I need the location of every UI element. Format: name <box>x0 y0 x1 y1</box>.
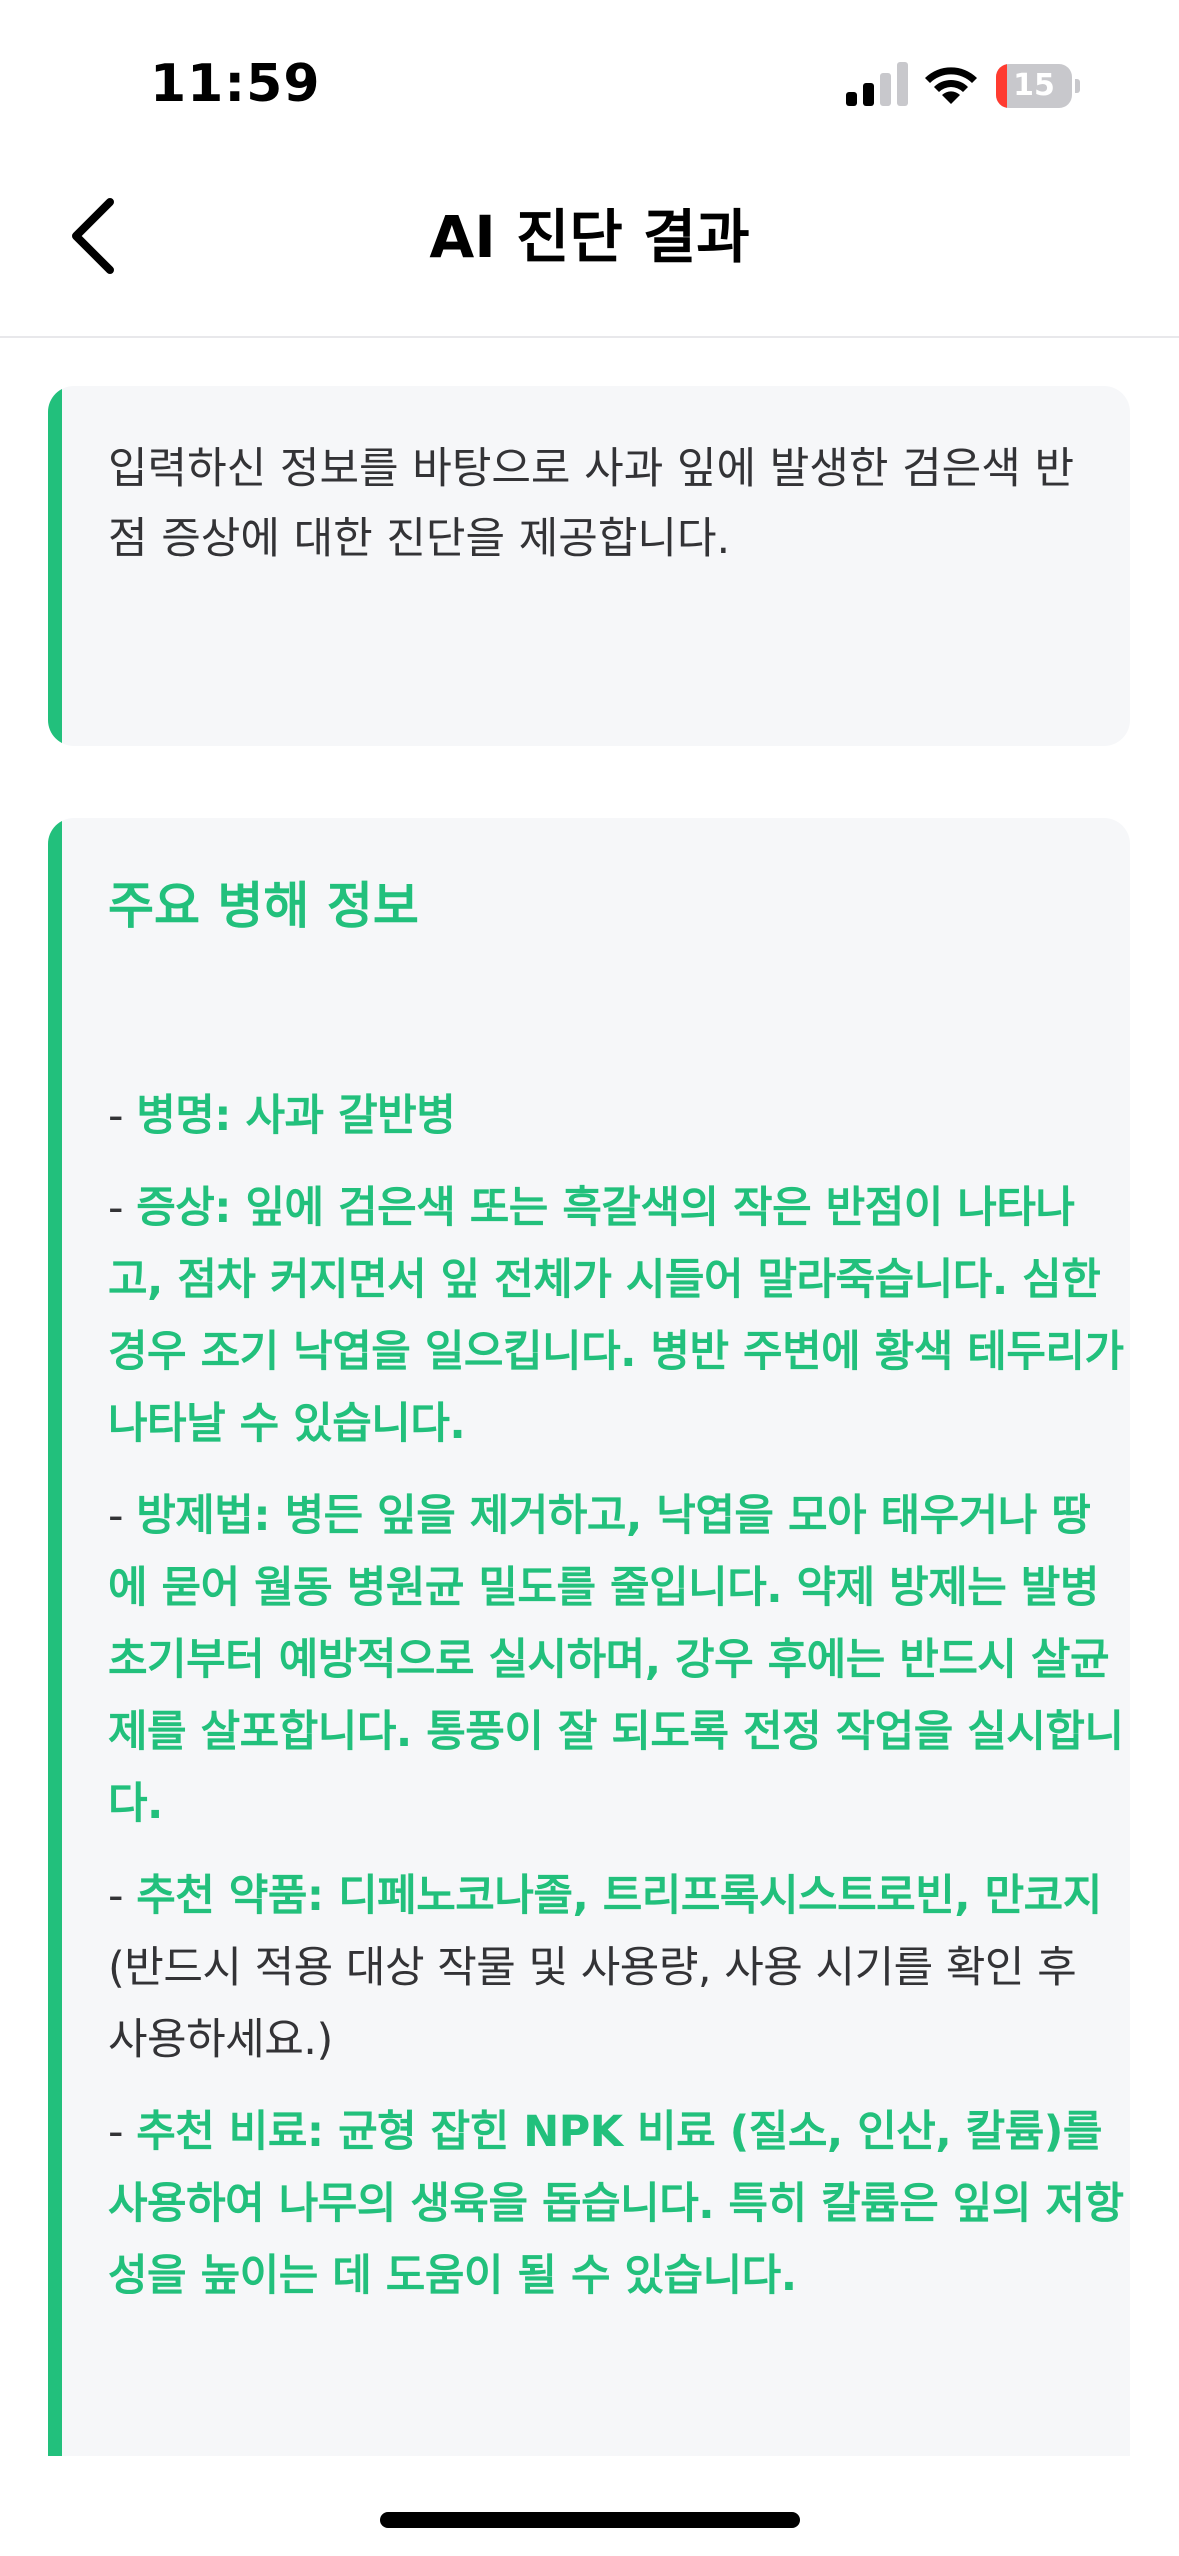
info-content: 병든 잎을 제거하고, 낙엽을 모아 태우거나 땅에 묻어 월동 병원균 밀도를… <box>108 1491 1124 1829</box>
disease-info-card: 주요 병해 정보 - 병명: 사과 갈반병 - 증상: 잎에 검은색 또는 흑갈… <box>48 818 1130 2556</box>
info-content: 디페노코나졸, 트리프록시스트로빈, 만코지 <box>338 1871 1102 1921</box>
info-item-disease-name: - 병명: 사과 갈반병 <box>108 1091 456 1141</box>
intro-text: 입력하신 정보를 바탕으로 사과 잎에 발생한 검은색 반점 증상에 대한 진단… <box>108 444 1074 564</box>
info-item-symptoms: - 증상: 잎에 검은색 또는 흑갈색의 작은 반점이 나타나고, 점차 커지면… <box>108 1183 1124 1449</box>
signal-icon <box>846 62 908 106</box>
page-title: AI 진단 결과 <box>429 203 750 271</box>
status-bar: 11:59 15 <box>0 0 1179 150</box>
info-label: 방제법: <box>136 1491 271 1541</box>
battery-icon: 15 <box>996 64 1080 108</box>
status-time: 11:59 <box>150 54 321 114</box>
info-item-control: - 방제법: 병든 잎을 제거하고, 낙엽을 모아 태우거나 땅에 묻어 월동 … <box>108 1491 1124 1829</box>
battery-level: 15 <box>1013 68 1055 103</box>
info-item-recommended-fertilizer: - 추천 비료: 균형 잡힌 NPK 비료 (질소, 인산, 칼륨)를 사용하여… <box>108 2107 1124 2301</box>
intro-card: 입력하신 정보를 바탕으로 사과 잎에 발생한 검은색 반점 증상에 대한 진단… <box>48 386 1130 746</box>
info-note: (반드시 적용 대상 작물 및 사용량, 사용 시기를 확인 후 사용하세요.) <box>108 1943 1077 2065</box>
nav-bar: AI 진단 결과 <box>0 150 1179 338</box>
home-indicator[interactable] <box>380 2512 800 2528</box>
info-item-recommended-chemicals: - 추천 약품: 디페노코나졸, 트리프록시스트로빈, 만코지 (반드시 적용 … <box>108 1871 1102 2065</box>
info-label: 병명: <box>136 1091 232 1141</box>
info-label: 추천 약품: <box>136 1871 324 1921</box>
info-heading: 주요 병해 정보 <box>108 877 419 935</box>
info-content: 사과 갈반병 <box>245 1091 456 1141</box>
wifi-icon <box>925 67 977 104</box>
info-list: - 병명: 사과 갈반병 - 증상: 잎에 검은색 또는 흑갈색의 작은 반점이… <box>108 1080 1128 2332</box>
info-content: 잎에 검은색 또는 흑갈색의 작은 반점이 나타나고, 점차 커지면서 잎 전체… <box>108 1183 1124 1449</box>
info-label: 증상: <box>136 1183 232 1233</box>
info-label: 추천 비료: <box>136 2107 324 2157</box>
screen: 11:59 15 AI 진단 결과 입력하신 정보를 바탕으로 사과 잎에 발생… <box>0 0 1179 2556</box>
